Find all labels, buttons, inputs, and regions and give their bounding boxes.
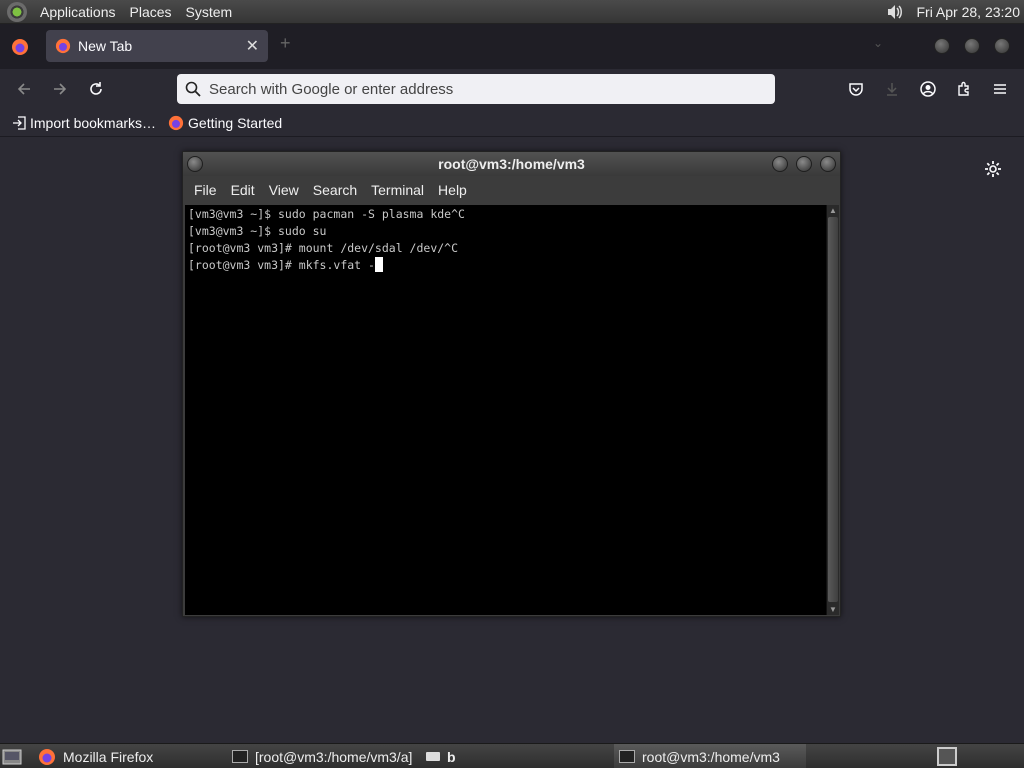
terminal-scrollbar[interactable]: ▲ ▼ [826, 205, 839, 615]
mate-logo-icon[interactable] [7, 1, 27, 22]
terminal-window[interactable]: root@vm3:/home/vm3 File Edit View Search… [182, 151, 841, 617]
workspace-switcher[interactable] [937, 744, 957, 768]
minimize-button[interactable] [934, 38, 950, 54]
menu-places[interactable]: Places [123, 0, 179, 24]
scroll-down-icon[interactable]: ▼ [829, 605, 837, 614]
workspace-icon [937, 747, 957, 766]
back-icon[interactable] [12, 77, 36, 101]
terminal-menu-view[interactable]: View [262, 182, 306, 198]
account-icon[interactable] [916, 77, 940, 101]
terminal-line-current: [root@vm3 vm3]# mkfs.vfat - [188, 257, 827, 274]
terminal-maximize-button[interactable] [796, 156, 812, 172]
downloads-icon[interactable] [880, 77, 904, 101]
taskbar-b-label: b [447, 748, 456, 765]
taskbar-terminal-active[interactable]: root@vm3:/home/vm3 [614, 744, 806, 768]
address-placeholder: Search with Google or enter address [209, 80, 454, 98]
extensions-icon[interactable] [952, 77, 976, 101]
terminal-menubar: File Edit View Search Terminal Help [183, 176, 840, 204]
import-icon [13, 115, 26, 130]
text-cursor [374, 257, 383, 272]
bookmark-getting-started-label: Getting Started [188, 114, 283, 131]
terminal-minimize-button[interactable] [772, 156, 788, 172]
terminal-output[interactable]: [vm3@vm3 ~]$ sudo pacman -S plasma kde^C… [185, 205, 827, 615]
firefox-favicon-icon [168, 115, 184, 130]
terminal-icon [619, 750, 635, 763]
terminal-window-menu-button[interactable] [187, 156, 203, 172]
terminal-menu-edit[interactable]: Edit [224, 182, 262, 198]
list-tabs-icon[interactable]: ⌄ [873, 36, 883, 50]
new-tab-icon[interactable]: + [280, 33, 291, 54]
taskbar-terminal-a[interactable]: [root@vm3:/home/vm3/a] [232, 744, 412, 768]
menu-applications[interactable]: Applications [33, 0, 123, 24]
bookmark-getting-started[interactable]: Getting Started [168, 115, 282, 131]
terminal-menu-file[interactable]: File [187, 182, 224, 198]
search-icon [185, 81, 201, 97]
bookmark-import-label: Import bookmarks… [30, 114, 157, 131]
close-window-button[interactable] [994, 38, 1010, 54]
tab-title: New Tab [78, 38, 133, 54]
terminal-menu-help[interactable]: Help [431, 182, 474, 198]
forward-icon[interactable] [48, 77, 72, 101]
terminal-icon [232, 750, 248, 763]
keyboard-icon [426, 752, 440, 761]
firefox-favicon-icon [55, 38, 71, 54]
taskbar-firefox-label: Mozilla Firefox [63, 748, 154, 765]
show-desktop-icon[interactable] [2, 744, 22, 768]
nav-bar: Search with Google or enter address [0, 69, 1024, 109]
terminal-titlebar[interactable]: root@vm3:/home/vm3 [183, 152, 840, 176]
firefox-icon [39, 748, 55, 765]
terminal-line: [root@vm3 vm3]# mkfs.vfat - [188, 258, 375, 272]
taskbar-terminal-a-label: [root@vm3:/home/vm3/a] [255, 748, 413, 765]
address-bar[interactable]: Search with Google or enter address [177, 74, 775, 104]
terminal-menu-search[interactable]: Search [306, 182, 364, 198]
pocket-icon[interactable] [844, 77, 868, 101]
terminal-line: [vm3@vm3 ~]$ sudo pacman -S plasma kde^C [188, 207, 465, 221]
menu-system[interactable]: System [179, 0, 240, 24]
reload-icon[interactable] [84, 77, 108, 101]
firefox-view-icon[interactable] [0, 24, 40, 69]
terminal-menu-terminal[interactable]: Terminal [364, 182, 431, 198]
clock[interactable]: Fri Apr 28, 23:20 [916, 4, 1024, 20]
top-panel: Applications Places System Fri Apr 28, 2… [0, 0, 1024, 24]
tab-bar: New Tab ✕ + ⌄ [0, 24, 1024, 69]
terminal-title: root@vm3:/home/vm3 [438, 156, 585, 172]
gear-icon[interactable] [983, 159, 1003, 179]
app-menu-icon[interactable] [988, 77, 1012, 101]
taskbar-b[interactable]: b [426, 744, 456, 768]
volume-icon[interactable] [884, 1, 906, 23]
taskbar-firefox[interactable]: Mozilla Firefox [38, 744, 153, 768]
bookmark-import[interactable]: Import bookmarks… [12, 115, 156, 131]
terminal-line: [root@vm3 vm3]# mount /dev/sdal /dev/^C [188, 241, 459, 255]
close-tab-icon[interactable]: ✕ [246, 36, 259, 56]
maximize-button[interactable] [964, 38, 980, 54]
window-controls [934, 38, 1024, 54]
scroll-up-icon[interactable]: ▲ [829, 206, 837, 215]
terminal-line: [vm3@vm3 ~]$ sudo su [188, 224, 327, 238]
terminal-close-button[interactable] [820, 156, 836, 172]
tab-new-tab[interactable]: New Tab ✕ [46, 30, 268, 62]
scrollbar-thumb[interactable] [828, 217, 838, 602]
taskbar-terminal-active-label: root@vm3:/home/vm3 [642, 748, 780, 765]
bookmarks-toolbar: Import bookmarks… Getting Started [0, 109, 1024, 137]
bottom-panel: Mozilla Firefox [root@vm3:/home/vm3/a] b… [0, 743, 1024, 768]
